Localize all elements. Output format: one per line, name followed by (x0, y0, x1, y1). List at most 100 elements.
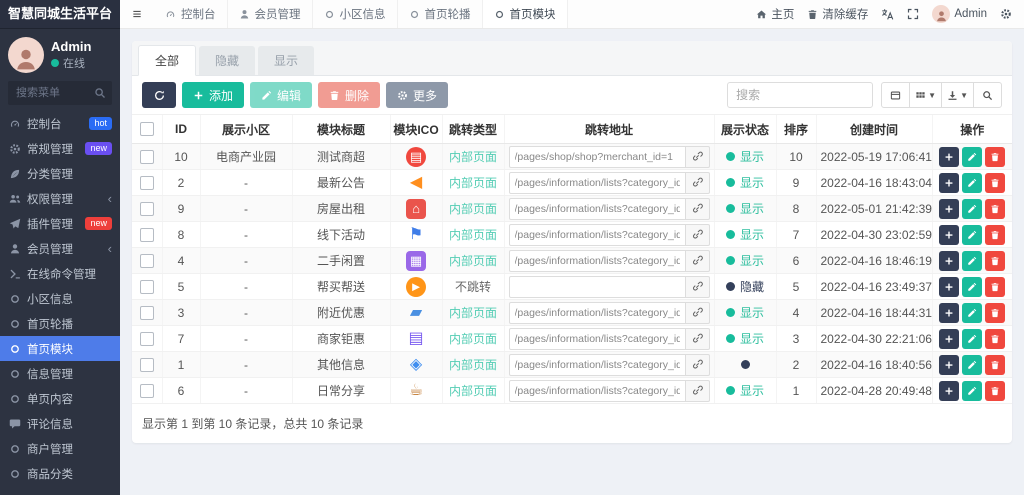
status-badge[interactable]: 显示 (725, 304, 764, 321)
jump-url-input[interactable] (508, 197, 686, 220)
export-button[interactable]: ▼ (941, 82, 974, 108)
jump-url-input[interactable] (508, 327, 686, 350)
row-edit-button[interactable] (962, 172, 983, 193)
row-checkbox[interactable] (139, 357, 154, 372)
sidebar-item[interactable]: 商户管理 (0, 436, 120, 461)
link-icon[interactable] (685, 249, 710, 272)
row-edit-button[interactable] (962, 328, 983, 349)
sidebar-item[interactable]: 首页轮播 (0, 311, 120, 336)
jump-type-link[interactable]: 内部页面 (449, 202, 497, 216)
sidebar-item[interactable]: 会员管理 ‹ (0, 236, 120, 261)
sidebar-item[interactable]: 插件管理 new (0, 211, 120, 236)
row-delete-button[interactable] (985, 380, 1006, 401)
link-icon[interactable] (685, 379, 710, 402)
sidebar-item[interactable]: 商品分类 (0, 461, 120, 486)
gear-icon[interactable] (1000, 8, 1012, 20)
jump-type-link[interactable]: 内部页面 (449, 176, 497, 190)
refresh-button[interactable] (142, 82, 176, 108)
sidebar-item[interactable]: 权限管理 ‹ (0, 186, 120, 211)
jump-type-link[interactable]: 内部页面 (449, 150, 497, 164)
link-icon[interactable] (685, 301, 710, 324)
jump-url-input[interactable] (508, 301, 686, 324)
columns-button[interactable]: ▼ (909, 82, 943, 108)
row-add-button[interactable] (939, 302, 960, 323)
nav-tab[interactable]: 会员管理 (228, 0, 313, 28)
link-icon[interactable] (685, 353, 710, 376)
row-delete-button[interactable] (985, 302, 1006, 323)
jump-url-input[interactable] (508, 275, 686, 298)
row-edit-button[interactable] (962, 198, 983, 219)
sidebar-item[interactable]: 小区信息 (0, 286, 120, 311)
jump-url-input[interactable] (508, 145, 686, 168)
row-delete-button[interactable] (985, 172, 1006, 193)
row-delete-button[interactable] (985, 198, 1006, 219)
hamburger-icon[interactable]: ≡ (120, 0, 154, 28)
filter-tab[interactable]: 全部 (138, 45, 197, 76)
row-edit-button[interactable] (962, 354, 983, 375)
add-button[interactable]: 添加 (182, 82, 245, 108)
sidebar-item[interactable]: 分类管理 (0, 161, 120, 186)
status-badge[interactable]: 隐藏 (725, 278, 764, 295)
edit-button[interactable]: 编辑 (250, 82, 313, 108)
jump-type-link[interactable]: 内部页面 (449, 254, 497, 268)
row-delete-button[interactable] (985, 328, 1006, 349)
row-add-button[interactable] (939, 172, 960, 193)
delete-button[interactable]: 删除 (318, 82, 381, 108)
jump-type-link[interactable]: 不跳转 (455, 280, 491, 294)
row-checkbox[interactable] (139, 279, 154, 294)
link-icon[interactable] (685, 145, 710, 168)
sidebar-item[interactable]: 在线命令管理 (0, 261, 120, 286)
jump-url-input[interactable] (508, 171, 686, 194)
row-edit-button[interactable] (962, 380, 983, 401)
row-checkbox[interactable] (139, 253, 154, 268)
row-add-button[interactable] (939, 250, 960, 271)
link-icon[interactable] (685, 197, 710, 220)
row-delete-button[interactable] (985, 354, 1006, 375)
fullscreen-icon[interactable] (907, 8, 919, 20)
row-checkbox[interactable] (139, 383, 154, 398)
nav-tab[interactable]: 控制台 (154, 0, 228, 28)
status-badge[interactable]: 显示 (725, 174, 764, 191)
row-add-button[interactable] (939, 328, 960, 349)
select-all-checkbox[interactable] (139, 122, 154, 136)
row-add-button[interactable] (939, 354, 960, 375)
link-icon[interactable] (685, 223, 710, 246)
sidebar-item[interactable]: 常规管理 new (0, 136, 120, 161)
filter-tab[interactable]: 隐藏 (199, 46, 256, 75)
row-edit-button[interactable] (962, 276, 983, 297)
row-checkbox[interactable] (139, 227, 154, 242)
filter-tab[interactable]: 显示 (258, 46, 315, 75)
row-edit-button[interactable] (962, 302, 983, 323)
jump-type-link[interactable]: 内部页面 (449, 306, 497, 320)
row-add-button[interactable] (939, 380, 960, 401)
admin-menu[interactable]: Admin (932, 5, 987, 23)
jump-type-link[interactable]: 内部页面 (449, 332, 497, 346)
nav-tab[interactable]: 首页模块 (482, 0, 568, 28)
translate-icon[interactable] (881, 8, 894, 21)
row-checkbox[interactable] (139, 149, 154, 164)
row-checkbox[interactable] (139, 175, 154, 190)
table-search-input[interactable] (727, 82, 874, 108)
sidebar-item[interactable]: 单页内容 (0, 386, 120, 411)
jump-url-input[interactable] (508, 249, 686, 272)
jump-type-link[interactable]: 内部页面 (449, 358, 497, 372)
row-add-button[interactable] (939, 198, 960, 219)
status-badge[interactable]: 显示 (725, 200, 764, 217)
status-badge[interactable] (740, 359, 750, 369)
link-icon[interactable] (685, 327, 710, 350)
link-icon[interactable] (685, 171, 710, 194)
row-delete-button[interactable] (985, 250, 1006, 271)
nav-tab[interactable]: 首页轮播 (398, 0, 483, 28)
status-badge[interactable]: 显示 (725, 382, 764, 399)
status-badge[interactable]: 显示 (725, 330, 764, 347)
jump-url-input[interactable] (508, 379, 686, 402)
sidebar-item[interactable]: 评论信息 (0, 411, 120, 436)
more-button[interactable]: 更多 (386, 82, 449, 108)
jump-type-link[interactable]: 内部页面 (449, 228, 497, 242)
status-badge[interactable]: 显示 (725, 148, 764, 165)
row-add-button[interactable] (939, 276, 960, 297)
jump-url-input[interactable] (508, 223, 686, 246)
row-delete-button[interactable] (985, 276, 1006, 297)
status-badge[interactable]: 显示 (725, 226, 764, 243)
row-add-button[interactable] (939, 146, 960, 167)
